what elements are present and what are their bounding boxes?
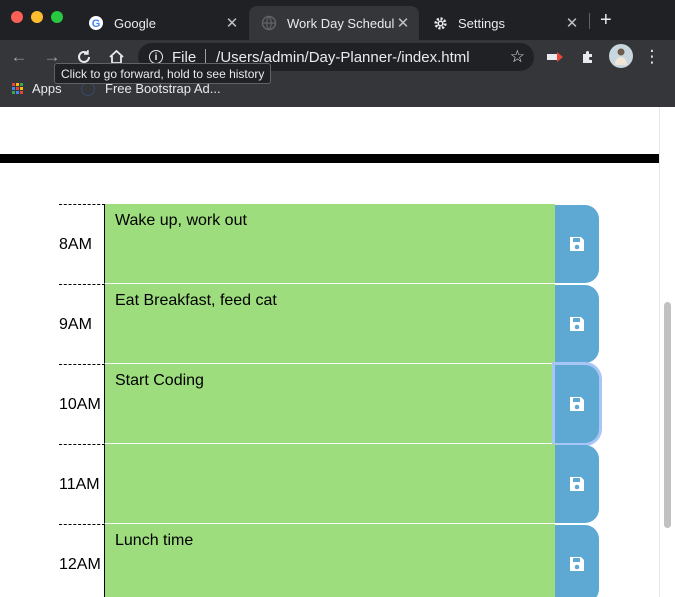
hour-label: 10AM (59, 364, 105, 444)
time-block-row: 10AM Start Coding (59, 364, 600, 444)
save-button[interactable] (555, 365, 599, 443)
globe-icon (261, 15, 277, 31)
event-textarea[interactable]: Eat Breakfast, feed cat (104, 284, 555, 364)
svg-text:G: G (92, 18, 101, 30)
page-scrollbar[interactable] (659, 107, 675, 597)
cast-extension-icon[interactable] (544, 46, 566, 68)
hour-label: 11AM (59, 444, 105, 524)
google-icon: G (88, 15, 104, 31)
time-block-row: 12AM Lunch time (59, 524, 600, 597)
info-icon[interactable]: i (149, 50, 163, 64)
forward-tooltip: Click to go forward, hold to see history (54, 63, 272, 84)
close-tab-icon[interactable]: ✕ (564, 14, 580, 32)
tab-settings[interactable]: Settings ✕ (420, 6, 588, 40)
menu-kebab-icon[interactable]: ⋮ (641, 46, 663, 68)
save-button[interactable] (555, 205, 599, 283)
bookmark-star-icon[interactable]: ☆ (510, 47, 525, 67)
event-textarea[interactable]: Lunch time (104, 524, 555, 597)
profile-avatar[interactable] (609, 44, 633, 68)
apps-grid-icon (12, 83, 23, 94)
tab-google[interactable]: G Google ✕ (76, 6, 248, 40)
tab-title: Google (114, 15, 156, 31)
hour-label: 8AM (59, 204, 105, 284)
floppy-disk-icon (570, 397, 584, 411)
gear-icon (432, 15, 448, 31)
save-button[interactable] (555, 285, 599, 363)
floppy-disk-icon (570, 557, 584, 571)
time-block-row: 8AM Wake up, work out (59, 204, 600, 284)
event-textarea[interactable]: Start Coding (104, 364, 555, 444)
time-block-row: 9AM Eat Breakfast, feed cat (59, 284, 600, 364)
tab-title: Settings (458, 15, 505, 31)
tab-strip: G Google ✕ Work Day Schedul ✕ Settings ✕… (0, 0, 675, 40)
floppy-disk-icon (570, 317, 584, 331)
save-button[interactable] (555, 525, 599, 597)
minimize-window-button[interactable] (31, 11, 43, 23)
floppy-disk-icon (570, 477, 584, 491)
floppy-disk-icon (570, 237, 584, 251)
header-divider (0, 154, 659, 163)
close-window-button[interactable] (11, 11, 23, 23)
scrollbar-thumb[interactable] (664, 302, 671, 528)
close-tab-icon[interactable]: ✕ (224, 14, 240, 32)
new-tab-icon[interactable]: + (600, 9, 612, 32)
save-button[interactable] (555, 445, 599, 523)
page-viewport: 8AM Wake up, work out 9AM Eat Breakfast,… (0, 107, 659, 597)
hour-label: 12AM (59, 524, 105, 597)
event-textarea[interactable] (104, 444, 555, 524)
hour-label: 9AM (59, 284, 105, 364)
extensions-puzzle-icon[interactable] (577, 46, 599, 68)
tab-title: Work Day Schedul (287, 15, 395, 31)
tab-work-day-scheduler[interactable]: Work Day Schedul ✕ (249, 6, 419, 40)
back-icon[interactable]: ← (8, 46, 30, 68)
tab-divider (589, 13, 590, 29)
maximize-window-button[interactable] (51, 11, 63, 23)
close-tab-icon[interactable]: ✕ (395, 14, 411, 32)
time-block-row: 11AM (59, 444, 600, 524)
event-textarea[interactable]: Wake up, work out (104, 204, 555, 284)
